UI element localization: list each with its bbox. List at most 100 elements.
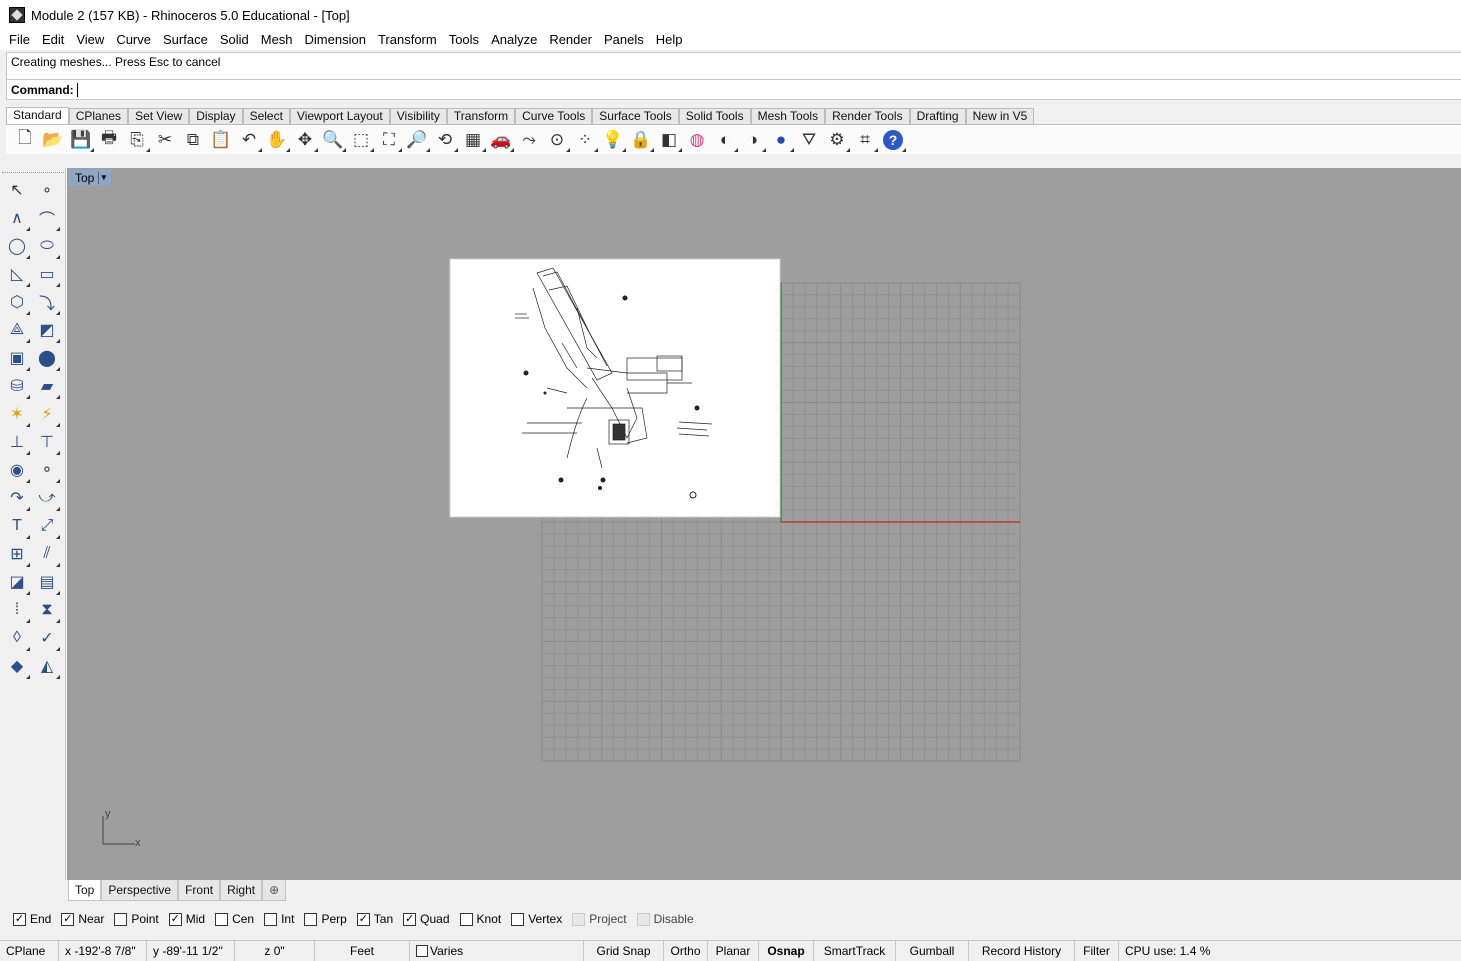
toolbar-tab-set-view[interactable]: Set View — [128, 108, 190, 124]
help-button[interactable]: ? — [879, 127, 907, 153]
dimension-button[interactable]: ⌗ — [851, 127, 879, 153]
viewport-tab-right[interactable]: Right — [220, 880, 263, 901]
fillet-curve-button[interactable]: ⤵ — [33, 288, 61, 316]
point-button[interactable]: ∘ — [33, 176, 61, 204]
extrude-surface-button[interactable]: ◩ — [33, 316, 61, 344]
split-surface-button[interactable]: ⊤ — [33, 428, 61, 456]
undo-button[interactable]: ↶ — [235, 127, 263, 153]
toolbar-tab-new-in-v5[interactable]: New in V5 — [965, 108, 1035, 124]
menu-help[interactable]: Help — [650, 30, 689, 50]
osnap-checkbox[interactable] — [264, 912, 278, 926]
zoom-window-button[interactable]: ⬚ — [347, 127, 375, 153]
blend-curve-button[interactable]: ⤻ — [33, 484, 61, 512]
menu-analyze[interactable]: Analyze — [485, 30, 543, 50]
points-button[interactable]: ⁘ — [571, 127, 599, 153]
shaded-sphere-button[interactable]: ◐ — [711, 127, 739, 153]
cut-button[interactable]: ✂ — [151, 127, 179, 153]
osnap-checkbox[interactable] — [636, 912, 650, 926]
toolbar-tab-surface-tools[interactable]: Surface Tools — [592, 108, 679, 124]
layer-indicator[interactable]: Varies — [410, 940, 584, 961]
explode-button[interactable]: ✶ — [3, 400, 31, 428]
zoom-button[interactable]: 🔍 — [319, 127, 347, 153]
toolbar-tab-viewport-layout[interactable]: Viewport Layout — [289, 108, 390, 124]
select-arrow-button[interactable]: ↖ — [3, 176, 31, 204]
toolbar-tab-curve-tools[interactable]: Curve Tools — [515, 108, 593, 124]
curve-select-button[interactable]: ⤳ — [515, 127, 543, 153]
status-toggle-filter[interactable]: Filter — [1075, 940, 1119, 961]
top-viewport[interactable]: Top ▼ y x — [67, 168, 1461, 880]
lamp-button[interactable]: ⛛ — [795, 127, 823, 153]
text-button[interactable]: T — [3, 512, 31, 540]
zoom-selected-button[interactable]: 🔎 — [403, 127, 431, 153]
menu-file[interactable]: File — [3, 30, 36, 50]
status-toggle-grid-snap[interactable]: Grid Snap — [584, 940, 664, 961]
toolbar-tab-drafting[interactable]: Drafting — [909, 108, 966, 124]
osnap-checkbox[interactable] — [304, 912, 318, 926]
toolbar-tab-cplanes[interactable]: CPlanes — [68, 108, 129, 124]
save-button[interactable]: 💾 — [67, 127, 95, 153]
copy-button[interactable]: ⧉ — [179, 127, 207, 153]
toolbar-tab-solid-tools[interactable]: Solid Tools — [678, 108, 751, 124]
osnap-project[interactable]: Project — [572, 912, 627, 926]
rotate-view-button[interactable]: ✥ — [291, 127, 319, 153]
curve-control-points-button[interactable]: ⌒ — [33, 204, 61, 232]
status-toggle-smarttrack[interactable]: SmartTrack — [814, 940, 896, 961]
viewport-tab-front[interactable]: Front — [178, 880, 221, 901]
gumball-button[interactable]: ⧗ — [33, 596, 61, 624]
status-toggle-ortho[interactable]: Ortho — [664, 940, 708, 961]
paste-button[interactable]: 📋 — [207, 127, 235, 153]
check-button[interactable]: ✓ — [33, 624, 61, 652]
osnap-mid[interactable]: ✓ Mid — [168, 912, 205, 926]
status-toggle-planar[interactable]: Planar — [708, 940, 759, 961]
osnap-cen[interactable]: Cen — [215, 912, 254, 926]
layers-button[interactable]: ◧ — [655, 127, 683, 153]
color-wheel-button[interactable]: ◍ — [683, 127, 711, 153]
toolbar-tab-mesh-tools[interactable]: Mesh Tools — [750, 108, 826, 124]
osnap-disable[interactable]: Disable — [636, 912, 694, 926]
status-toggle-osnap[interactable]: Osnap — [759, 940, 814, 961]
cylinder-button[interactable]: ⛁ — [3, 372, 31, 400]
osnap-vertex[interactable]: Vertex — [511, 912, 562, 926]
array-button[interactable]: ⊞ — [3, 540, 31, 568]
analyze-button[interactable]: ◊ — [3, 624, 31, 652]
toolbar-tab-select[interactable]: Select — [242, 108, 290, 124]
menu-curve[interactable]: Curve — [110, 30, 157, 50]
osnap-knot[interactable]: Knot — [459, 912, 501, 926]
menu-view[interactable]: View — [70, 30, 110, 50]
menu-tools[interactable]: Tools — [443, 30, 485, 50]
menu-surface[interactable]: Surface — [157, 30, 214, 50]
osnap-checkbox[interactable] — [459, 912, 473, 926]
pan-hand-button[interactable]: ✋ — [263, 127, 291, 153]
status-toggle-gumball[interactable]: Gumball — [896, 940, 969, 961]
print-button[interactable]: 🖶 — [95, 127, 123, 153]
arc-button[interactable]: ◺ — [3, 260, 31, 288]
osnap-perp[interactable]: Perp — [304, 912, 347, 926]
trim-button[interactable]: ⊥ — [3, 428, 31, 456]
rhino-app-icon[interactable] — [9, 7, 25, 23]
polygon-button[interactable]: ⬡ — [3, 288, 31, 316]
osnap-checkbox[interactable]: ✓ — [168, 912, 182, 926]
add-viewport-tab-button[interactable]: ⊕ — [262, 880, 287, 901]
options-gear-button[interactable]: ⚙ — [823, 127, 851, 153]
render-tools-button[interactable]: ◭ — [33, 652, 61, 680]
viewport-title[interactable]: Top ▼ — [69, 169, 112, 186]
osnap-checkbox[interactable]: ✓ — [13, 912, 26, 926]
mesh-plane-button[interactable]: ▰ — [33, 372, 61, 400]
surface-from-points-button[interactable]: ⟁ — [3, 316, 31, 344]
fillet-edge-button[interactable]: ↷ — [3, 484, 31, 512]
status-toggle-record-history[interactable]: Record History — [969, 940, 1075, 961]
split-button[interactable]: ⚡ — [33, 400, 61, 428]
units-indicator[interactable]: Feet — [315, 940, 410, 961]
menu-panels[interactable]: Panels — [598, 30, 650, 50]
viewport-menu-chevron-icon[interactable]: ▼ — [98, 171, 108, 184]
command-input[interactable] — [76, 82, 677, 97]
menu-solid[interactable]: Solid — [214, 30, 255, 50]
undo-view-button[interactable]: ⟲ — [431, 127, 459, 153]
bend-button[interactable]: ⫽ — [33, 540, 61, 568]
zoom-extents-button[interactable]: ⛶ — [375, 127, 403, 153]
osnap-near[interactable]: ✓ Near — [61, 912, 104, 926]
open-folder-button[interactable]: 📂 — [39, 127, 67, 153]
osnap-end[interactable]: ✓ End — [13, 912, 51, 926]
export-button[interactable]: ⎘ — [123, 127, 151, 153]
osnap-tan[interactable]: ✓ Tan — [356, 912, 393, 926]
